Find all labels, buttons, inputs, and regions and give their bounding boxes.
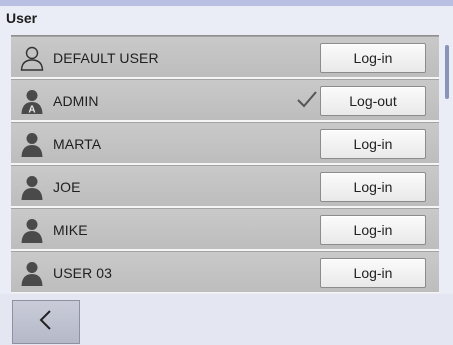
user-row-user-03[interactable]: USER 03 Log-in (11, 251, 439, 293)
user-row-default-user[interactable]: DEFAULT USER Log-in (11, 36, 439, 79)
login-button[interactable]: Log-in (320, 258, 426, 288)
user-screen: User DEFAULT USER Log-in A ADMIN Log-out (0, 0, 453, 345)
scrollbar-thumb[interactable] (445, 45, 449, 99)
chevron-left-icon (36, 308, 56, 337)
user-icon (19, 217, 45, 243)
svg-text:A: A (28, 105, 35, 115)
scrollbar[interactable] (444, 35, 450, 293)
login-button[interactable]: Log-in (320, 43, 426, 73)
user-name: USER 03 (53, 265, 113, 281)
user-outline-icon (19, 45, 45, 71)
user-icon (19, 174, 45, 200)
logout-button[interactable]: Log-out (320, 86, 426, 116)
user-icon (19, 131, 45, 157)
page-title: User (6, 10, 38, 26)
user-icon (19, 260, 45, 286)
back-button[interactable] (12, 300, 80, 344)
login-button[interactable]: Log-in (320, 215, 426, 245)
user-row-mike[interactable]: MIKE Log-in (11, 208, 439, 251)
login-button[interactable]: Log-in (320, 129, 426, 159)
bottom-bar (0, 294, 453, 345)
user-row-admin[interactable]: A ADMIN Log-out (11, 79, 439, 122)
user-row-marta[interactable]: MARTA Log-in (11, 122, 439, 165)
user-name: JOE (53, 179, 81, 195)
user-row-joe[interactable]: JOE Log-in (11, 165, 439, 208)
user-name: ADMIN (53, 93, 99, 109)
user-name: MARTA (53, 136, 102, 152)
login-button[interactable]: Log-in (320, 172, 426, 202)
user-name: DEFAULT USER (53, 50, 159, 66)
user-name: MIKE (53, 222, 88, 238)
checkmark-icon (295, 87, 319, 111)
admin-user-icon: A (19, 88, 45, 114)
user-list[interactable]: DEFAULT USER Log-in A ADMIN Log-out MART… (11, 35, 439, 293)
